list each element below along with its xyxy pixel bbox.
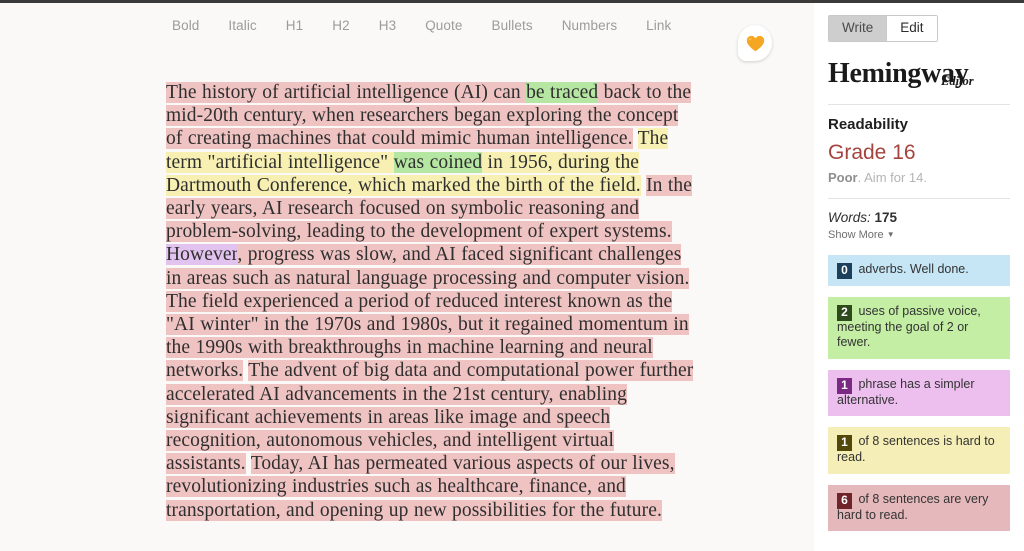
word-count-label: Words: bbox=[828, 209, 871, 225]
toolbar-link-button[interactable]: Link bbox=[646, 18, 671, 33]
highlight-passive[interactable]: was coined bbox=[393, 151, 483, 173]
text-segment bbox=[633, 128, 638, 149]
card-label: uses of passive voice, meeting the goal … bbox=[837, 303, 981, 350]
count-badge: 6 bbox=[837, 492, 852, 509]
highlight-vhard[interactable]: The history of artificial intelligence (… bbox=[166, 82, 527, 103]
chevron-down-icon: ▼ bbox=[886, 229, 895, 239]
count-badge: 2 bbox=[837, 304, 852, 321]
word-count-value: 175 bbox=[874, 209, 898, 225]
heart-bubble-button[interactable] bbox=[738, 25, 772, 61]
count-badge: 1 bbox=[837, 435, 852, 452]
heart-icon bbox=[746, 35, 764, 51]
card-label: phrase has a simpler alternative. bbox=[837, 376, 975, 407]
divider-stats bbox=[828, 197, 1010, 199]
brand-subtitle: Editor bbox=[941, 73, 974, 88]
toolbar-h3-button[interactable]: H3 bbox=[379, 18, 396, 33]
sidebar: Write Edit Hemingway Editor Readability … bbox=[814, 3, 1024, 551]
stat-cards: 0 adverbs. Well done. 2 uses of passive v… bbox=[828, 254, 1010, 532]
word-count: Words: 175 bbox=[828, 210, 1010, 225]
count-badge: 1 bbox=[837, 377, 852, 394]
card-label: of 8 sentences are very hard to read. bbox=[837, 491, 989, 522]
divider-top bbox=[828, 103, 1010, 105]
toolbar-numbers-button[interactable]: Numbers bbox=[562, 18, 617, 33]
toolbar-quote-button[interactable]: Quote bbox=[425, 18, 462, 33]
text-segment bbox=[246, 453, 251, 474]
count-badge: 0 bbox=[837, 262, 852, 279]
toolbar-bold-button[interactable]: Bold bbox=[172, 18, 199, 33]
highlight-passive[interactable]: be traced bbox=[526, 82, 599, 103]
edit-mode-button[interactable]: Edit bbox=[886, 16, 937, 41]
hemingway-editor-app: Bold Italic H1 H2 H3 Quote Bullets Numbers Link … bbox=[0, 0, 1024, 551]
readability-title: Readability bbox=[828, 115, 909, 133]
editor-pane: Bold Italic H1 H2 H3 Quote Bullets Numbers Link … bbox=[0, 3, 814, 551]
write-mode-button[interactable]: Write bbox=[829, 16, 887, 41]
toolbar-h2-button[interactable]: H2 bbox=[332, 18, 349, 33]
hard-to-read-card[interactable]: 1 of 8 sentences is hard to read. bbox=[828, 427, 1010, 474]
highlight-vhard[interactable]: , progress was slow, and AI faced signif… bbox=[166, 244, 690, 289]
show-more-toggle[interactable]: Show More ▼ bbox=[828, 229, 1010, 241]
document-text[interactable]: The history of artificial intelligence (… bbox=[166, 81, 698, 522]
card-label: of 8 sentences is hard to read. bbox=[837, 434, 995, 465]
passive-voice-card[interactable]: 2 uses of passive voice, meeting the goa… bbox=[828, 296, 1010, 359]
readability-grade: Grade 16 bbox=[828, 140, 916, 164]
paragraph: The history of artificial intelligence (… bbox=[166, 81, 698, 522]
toolbar-bullets-button[interactable]: Bullets bbox=[491, 18, 532, 33]
adverbs-card[interactable]: 0 adverbs. Well done. bbox=[828, 254, 1010, 286]
toolbar-italic-button[interactable]: Italic bbox=[228, 18, 256, 33]
readability-aim: . Aim for 14. bbox=[857, 169, 927, 185]
card-label: adverbs. Well done. bbox=[855, 261, 969, 276]
simpler-alternative-card[interactable]: 1 phrase has a simpler alternative. bbox=[828, 369, 1010, 417]
brand-logo: Hemingway Editor bbox=[828, 57, 1010, 92]
readability-note: Poor. Aim for 14. bbox=[828, 170, 1010, 185]
toolbar-h1-button[interactable]: H1 bbox=[286, 18, 303, 33]
mode-toggle: Write Edit bbox=[828, 15, 938, 42]
show-more-label: Show More bbox=[828, 228, 884, 241]
very-hard-to-read-card[interactable]: 6 of 8 sentences are very hard to read. bbox=[828, 484, 1010, 532]
readability-quality: Poor bbox=[828, 169, 858, 185]
brand-name: Hemingway bbox=[828, 57, 969, 89]
formatting-toolbar: Bold Italic H1 H2 H3 Quote Bullets Numbers Link bbox=[0, 3, 814, 47]
highlight-simpler[interactable]: However bbox=[166, 244, 238, 266]
